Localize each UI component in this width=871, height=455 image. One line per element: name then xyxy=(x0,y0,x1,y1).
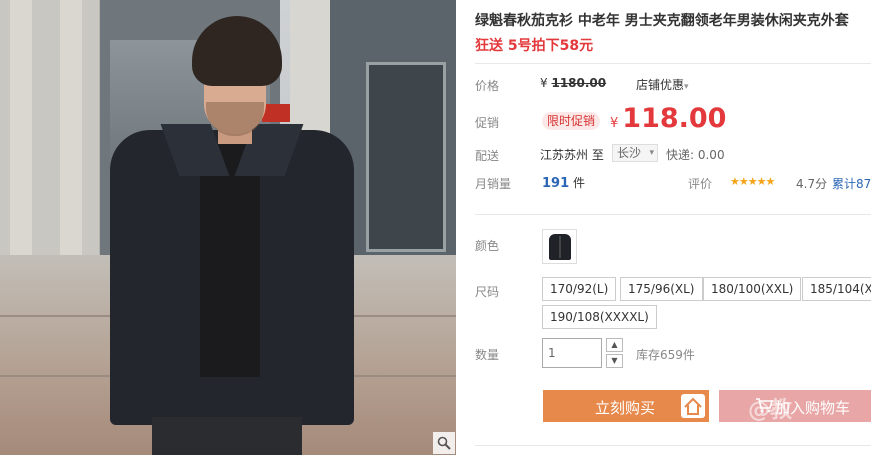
promo-price: ¥118.00 xyxy=(610,103,726,134)
size-option[interactable]: 190/108(XXXXL) xyxy=(542,305,657,329)
color-label: 颜色 xyxy=(475,239,500,253)
currency-symbol: ¥ xyxy=(540,76,548,90)
buy-now-button[interactable]: 立刻购买 xyxy=(543,390,709,422)
ship-origin: 江苏苏州 xyxy=(540,148,589,162)
review-count-link[interactable]: 累计87条 xyxy=(832,175,871,192)
quantity-input[interactable] xyxy=(542,338,602,368)
stock-count: 库存659件 xyxy=(636,348,695,362)
add-to-cart-button[interactable]: 加入购物车 xyxy=(719,390,871,422)
color-option-black[interactable] xyxy=(542,229,577,264)
product-info-panel: 绿魁春秋茄克衫 中老年 男士夹克翻领老年男装休闲夹克外套 狂送 5号拍下58元 … xyxy=(456,0,871,455)
price-label: 价格 xyxy=(475,79,500,93)
size-option[interactable]: 185/104(XXXL) xyxy=(802,277,871,301)
shop-discount-label: 店铺优惠 xyxy=(636,78,685,92)
quantity-increase-button[interactable]: ▲ xyxy=(606,338,623,352)
shipping-fee: 快递: 0.00 xyxy=(666,148,725,162)
destination-value: 长沙 xyxy=(617,146,642,160)
rating-stars: ★★★★★ xyxy=(730,175,775,188)
size-option[interactable]: 180/100(XXL) xyxy=(703,277,802,301)
rating-score: 4.7分 xyxy=(796,177,828,191)
product-main-image[interactable] xyxy=(0,0,456,455)
shipping-label: 配送 xyxy=(475,149,500,163)
promo-currency: ¥ xyxy=(610,116,619,131)
divider xyxy=(475,445,871,446)
monthly-sales-count: 191 xyxy=(542,176,570,191)
house-icon xyxy=(681,394,705,418)
ship-to-word: 至 xyxy=(591,148,604,162)
monthly-sales-label: 月销量 xyxy=(475,177,512,191)
product-subtitle: 狂送 5号拍下58元 xyxy=(475,38,594,54)
quantity-decrease-button[interactable]: ▼ xyxy=(606,354,623,368)
model-wearing-jacket xyxy=(108,12,354,455)
rating-label: 评价 xyxy=(688,177,713,191)
destination-select[interactable]: 长沙 ▾ xyxy=(612,144,659,162)
divider xyxy=(475,63,871,64)
background-building-left xyxy=(0,0,100,295)
ship-from: 江苏苏州 至 xyxy=(540,146,604,163)
buy-now-label: 立刻购买 xyxy=(595,400,656,417)
chevron-down-icon: ▾ xyxy=(649,148,655,158)
chevron-down-icon: ▾ xyxy=(684,82,689,92)
size-label: 尺码 xyxy=(475,285,500,299)
shop-discount-dropdown[interactable]: 店铺优惠▾ xyxy=(636,76,689,93)
monthly-sales-unit: 件 xyxy=(572,176,585,190)
original-price-value: 1180.00 xyxy=(551,76,607,90)
quantity-label: 数量 xyxy=(475,348,500,362)
promo-price-value: 118.00 xyxy=(622,103,727,134)
jacket-thumbnail xyxy=(548,233,571,260)
divider xyxy=(475,214,871,215)
product-title: 绿魁春秋茄克衫 中老年 男士夹克翻领老年男装休闲夹克外套 xyxy=(475,13,849,29)
monthly-sales: 191 件 xyxy=(542,174,585,191)
promo-label: 促销 xyxy=(475,116,500,130)
magnifier-icon[interactable] xyxy=(433,432,455,454)
original-price: ¥ 1180.00 xyxy=(540,76,606,90)
size-option[interactable]: 175/96(XL) xyxy=(620,277,703,301)
size-option[interactable]: 170/92(L) xyxy=(542,277,617,301)
promo-tag: 限时促销 xyxy=(542,112,601,130)
watermark: @教 xyxy=(748,398,793,423)
